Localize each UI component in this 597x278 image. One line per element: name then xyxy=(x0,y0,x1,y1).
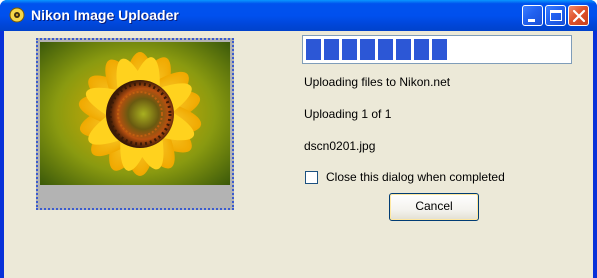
minimize-icon xyxy=(528,19,535,22)
current-filename: dscn0201.jpg xyxy=(304,139,376,153)
progress-fill xyxy=(306,39,447,60)
window-title: Nikon Image Uploader xyxy=(31,7,179,23)
nikon-uploader-icon xyxy=(9,7,25,23)
maximize-icon xyxy=(550,10,562,21)
sunflower-photo xyxy=(40,42,230,185)
status-message: Uploading files to Nikon.net xyxy=(304,75,451,89)
image-preview[interactable] xyxy=(36,38,234,210)
upload-count: Uploading 1 of 1 xyxy=(304,107,392,121)
maximize-button[interactable] xyxy=(545,5,566,26)
close-button[interactable] xyxy=(568,5,589,26)
uploader-window: Nikon Image Uploader Uploading files to … xyxy=(0,0,597,278)
upload-progress-bar xyxy=(302,35,572,64)
close-icon xyxy=(572,9,586,23)
title-bar[interactable]: Nikon Image Uploader xyxy=(0,0,597,31)
minimize-button[interactable] xyxy=(522,5,543,26)
close-when-done-checkbox[interactable] xyxy=(305,171,318,184)
close-when-done-label[interactable]: Close this dialog when completed xyxy=(326,170,505,184)
cancel-button[interactable]: Cancel xyxy=(389,193,479,221)
